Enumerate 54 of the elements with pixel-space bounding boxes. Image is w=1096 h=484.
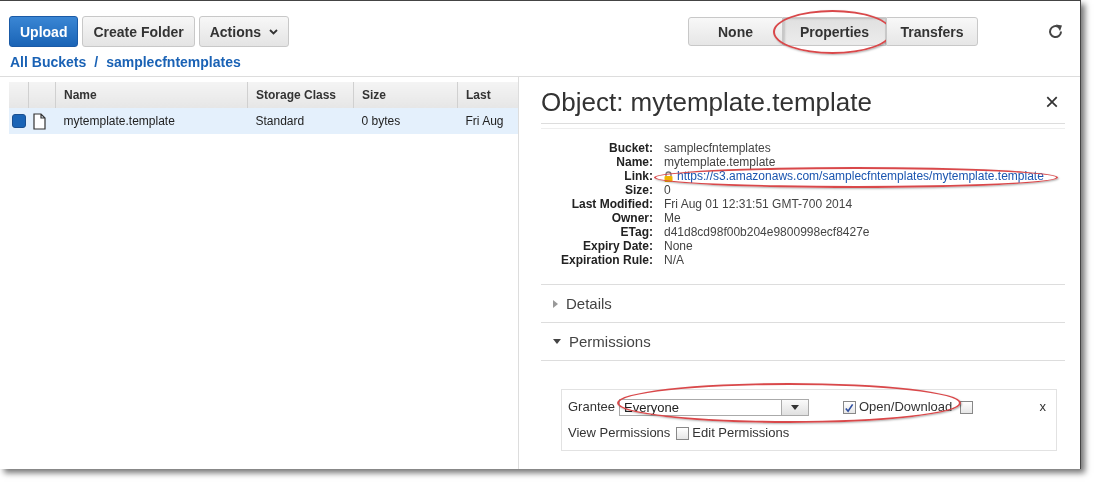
checkbox[interactable] <box>843 401 856 415</box>
table-cell: mytemplate.template <box>55 108 248 134</box>
dropdown-arrow-icon <box>791 405 799 411</box>
column-header[interactable]: Size <box>353 82 458 108</box>
caret-icon <box>269 28 279 35</box>
view-tab[interactable]: Properties <box>783 17 886 46</box>
checkbox[interactable] <box>960 401 974 415</box>
panel-title: Object: mytemplate.template <box>541 86 872 118</box>
property-value: Me <box>664 211 681 225</box>
remove-grant-button[interactable]: x <box>1039 394 1048 420</box>
property-value: mytemplate.template <box>664 155 776 169</box>
property-value: 0 <box>664 183 671 197</box>
property-value: Fri Aug 01 12:31:51 GMT-700 2014 <box>664 197 853 211</box>
property-label: ETag: <box>619 225 653 239</box>
checkbox[interactable] <box>676 427 690 441</box>
property-value: d41d8cd98f00b204e9800998ecf8427e <box>664 225 870 239</box>
object-link[interactable]: https://s3.amazonaws.com/samplecfntemplates/mytemplate.template <box>677 169 1044 183</box>
property-label: Expiry Date: <box>581 239 653 253</box>
view-tab[interactable]: Transfers <box>886 17 978 46</box>
property-label: Name: <box>615 155 653 169</box>
property-label: Owner: <box>610 211 653 225</box>
table-cell: 0 bytes <box>353 108 458 134</box>
property-label: Last Modified: <box>570 197 653 211</box>
file-icon <box>32 112 46 130</box>
table-cell: Fri Aug <box>457 108 518 134</box>
section-header[interactable]: Details <box>541 285 1065 323</box>
permission-label: View Permissions <box>568 425 671 440</box>
breadcrumb-link[interactable]: All Buckets <box>10 54 87 70</box>
breadcrumb-separator: / <box>94 54 99 70</box>
grantee-label: Grantee <box>568 399 615 414</box>
property-value: N/A <box>664 253 684 267</box>
permission-label: Edit Permissions <box>692 425 790 440</box>
column-header[interactable]: Storage Class <box>247 82 354 108</box>
grantee-dropdown[interactable]: Everyone <box>619 399 809 417</box>
property-label: Expiration Rule: <box>560 253 653 267</box>
property-label: Bucket: <box>608 141 653 155</box>
row-checkbox[interactable] <box>11 114 26 129</box>
property-value: samplecfntemplates <box>664 141 771 155</box>
property-label: Link: <box>623 169 653 183</box>
table-cell: Standard <box>247 108 354 134</box>
close-button[interactable]: × <box>1045 88 1065 116</box>
breadcrumb-link[interactable]: samplecfntemplates <box>106 54 241 70</box>
column-header[interactable]: Name <box>55 82 248 108</box>
column-header[interactable]: Last <box>457 82 518 108</box>
property-label: Size: <box>624 183 653 197</box>
lock-icon <box>664 170 673 182</box>
permission-label: Open/Download <box>859 399 953 414</box>
view-tab[interactable]: None <box>688 17 783 46</box>
upload-button[interactable]: Upload <box>9 16 79 47</box>
property-value: None <box>664 239 693 253</box>
section-header[interactable]: Permissions <box>541 323 1065 361</box>
refresh-icon[interactable] <box>1047 23 1064 40</box>
actions-button[interactable]: Actions <box>198 16 290 47</box>
create-folder-button[interactable]: Create Folder <box>82 16 195 47</box>
